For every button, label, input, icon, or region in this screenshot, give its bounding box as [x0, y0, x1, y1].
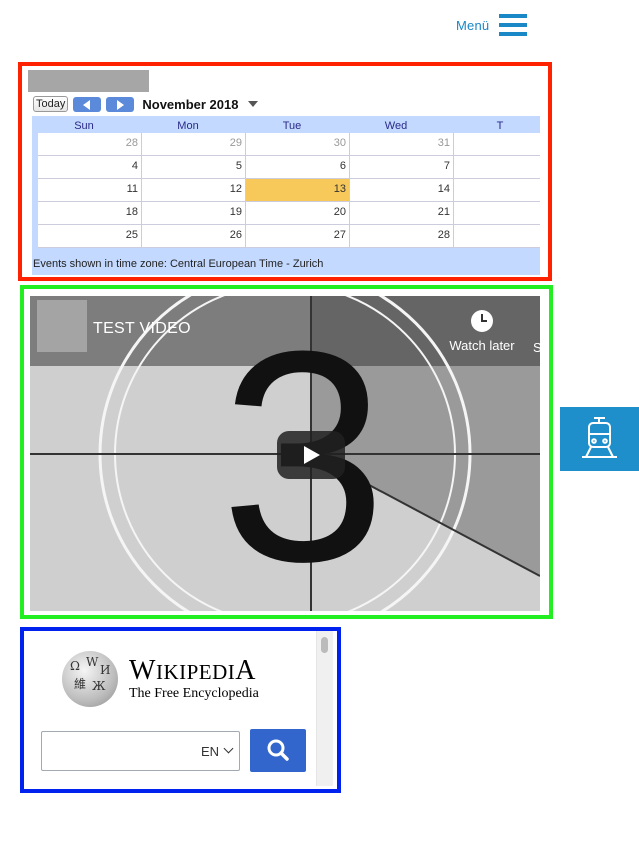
wikipedia-search-input[interactable]: EN [41, 731, 240, 771]
chevron-down-icon[interactable] [248, 101, 259, 107]
channel-avatar[interactable] [37, 300, 87, 352]
weekday-label: Tue [282, 120, 302, 132]
wikipedia-scrollbar[interactable] [316, 631, 333, 786]
calendar-week-row: 11 12 13 14 [38, 179, 540, 202]
wikipedia-globe-logo: Ω W И 維 Ж [62, 651, 118, 707]
weekday-label: T [496, 120, 504, 132]
calendar-day[interactable]: 4 [38, 156, 142, 178]
wikipedia-title: WIKIPEDIA [129, 655, 257, 686]
watch-later-label: Watch later [449, 338, 515, 353]
calendar-day[interactable]: 20 [246, 202, 350, 224]
chevron-down-icon [223, 743, 234, 754]
play-button[interactable] [277, 431, 345, 479]
menu-button[interactable]: Menü [456, 13, 528, 37]
calendar-day[interactable] [454, 156, 540, 178]
calendar-day[interactable]: 27 [246, 225, 350, 247]
calendar-day[interactable] [454, 202, 540, 224]
calendar-day[interactable] [454, 225, 540, 247]
wikipedia-tagline: The Free Encyclopedia [129, 686, 259, 701]
calendar-day[interactable]: 28 [38, 133, 142, 155]
calendar-grid: Sun Mon Tue Wed T 28 29 30 31 4 5 6 7 11 12 13 14 18… [32, 116, 540, 275]
calendar-day[interactable]: 7 [350, 156, 454, 178]
calendar-day[interactable]: 30 [246, 133, 350, 155]
language-selector[interactable]: EN [201, 744, 219, 759]
watch-later-button[interactable]: Watch later [442, 310, 522, 353]
calendar-day[interactable] [454, 179, 540, 201]
train-button[interactable] [560, 407, 639, 471]
calendar-nav: Today November 2018 [33, 96, 259, 112]
calendar-week-row: 18 19 20 21 [38, 202, 540, 225]
clock-icon [471, 310, 493, 332]
timezone-note: Events shown in time zone: Central Europ… [33, 258, 324, 270]
share-button[interactable]: S [533, 340, 540, 355]
weekday-label: Wed [384, 120, 408, 132]
calendar-day[interactable]: 11 [38, 179, 142, 201]
wikipedia-wordmark: WIKIPEDIA [129, 655, 256, 687]
calendar-day[interactable]: 12 [142, 179, 246, 201]
hamburger-icon [499, 13, 528, 37]
weekday-header-row: Sun Mon Tue Wed T [32, 120, 540, 134]
video-player[interactable]: 3 TEST VIDEO Watch later S [30, 296, 540, 611]
calendar-day[interactable]: 26 [142, 225, 246, 247]
previous-month-button[interactable] [73, 96, 102, 112]
calendar-day[interactable]: 14 [350, 179, 454, 201]
scrollbar-thumb[interactable] [321, 637, 328, 653]
menu-label: Menü [456, 17, 490, 33]
chevron-left-icon [83, 99, 91, 110]
calendar-title-placeholder [28, 70, 149, 92]
calendar-day[interactable]: 28 [350, 225, 454, 247]
today-button[interactable]: Today [33, 96, 69, 112]
calendar-day[interactable]: 25 [38, 225, 142, 247]
video-title[interactable]: TEST VIDEO [93, 320, 191, 338]
calendar-day[interactable]: 5 [142, 156, 246, 178]
wikipedia-search-button[interactable] [250, 729, 306, 772]
calendar-widget: Today November 2018 Sun Mon Tue Wed T 28… [26, 68, 540, 275]
calendar-day[interactable]: 21 [350, 202, 454, 224]
chevron-right-icon [117, 99, 125, 110]
wikipedia-widget: Ω W И 維 Ж WIKIPEDIA The Free Encyclopedi… [24, 631, 333, 786]
calendar-day-today[interactable]: 13 [246, 179, 350, 201]
train-icon [582, 417, 617, 458]
calendar-day[interactable] [454, 133, 540, 155]
calendar-week-row: 4567 [38, 156, 540, 179]
next-month-button[interactable] [106, 96, 135, 112]
calendar-week-row: 25 26 27 28 [38, 225, 540, 248]
calendar-day[interactable]: 19 [142, 202, 246, 224]
weekday-label: Sun [74, 120, 94, 132]
play-icon [304, 446, 320, 464]
calendar-week-row: 28 29 30 31 [38, 133, 540, 156]
month-title: November 2018 [142, 96, 239, 112]
calendar-day[interactable]: 29 [142, 133, 246, 155]
calendar-day[interactable]: 31 [350, 133, 454, 155]
calendar-weeks: 28 29 30 31 4 5 6 7 11 12 13 14 18 19 20 21 25 26 27 28 [38, 133, 540, 248]
search-icon [267, 739, 289, 761]
weekday-label: Mon [177, 120, 199, 132]
calendar-day[interactable]: 18 [38, 202, 142, 224]
calendar-day[interactable]: 6 [246, 156, 350, 178]
